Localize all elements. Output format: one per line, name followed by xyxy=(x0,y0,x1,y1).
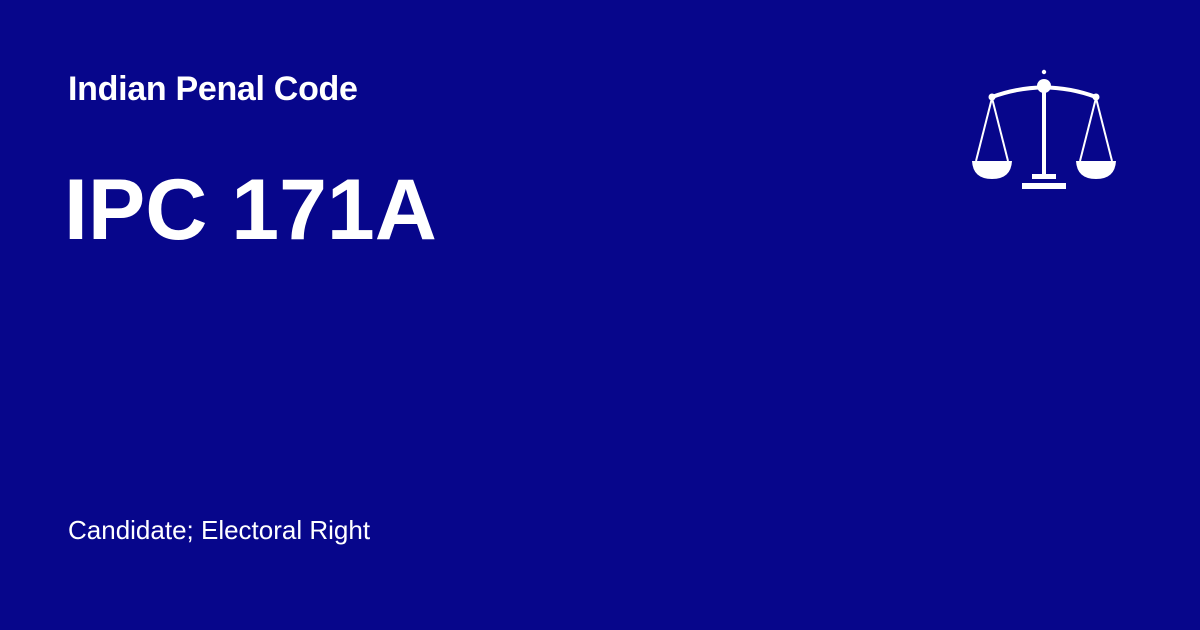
section-topic: Candidate; Electoral Right xyxy=(68,515,371,545)
section-title: IPC 171A xyxy=(64,162,437,258)
scales-of-justice-icon xyxy=(972,69,1116,189)
code-name: Indian Penal Code xyxy=(68,70,358,108)
share-card: Indian Penal Code IPC 171A Candidate; El… xyxy=(0,0,1200,630)
